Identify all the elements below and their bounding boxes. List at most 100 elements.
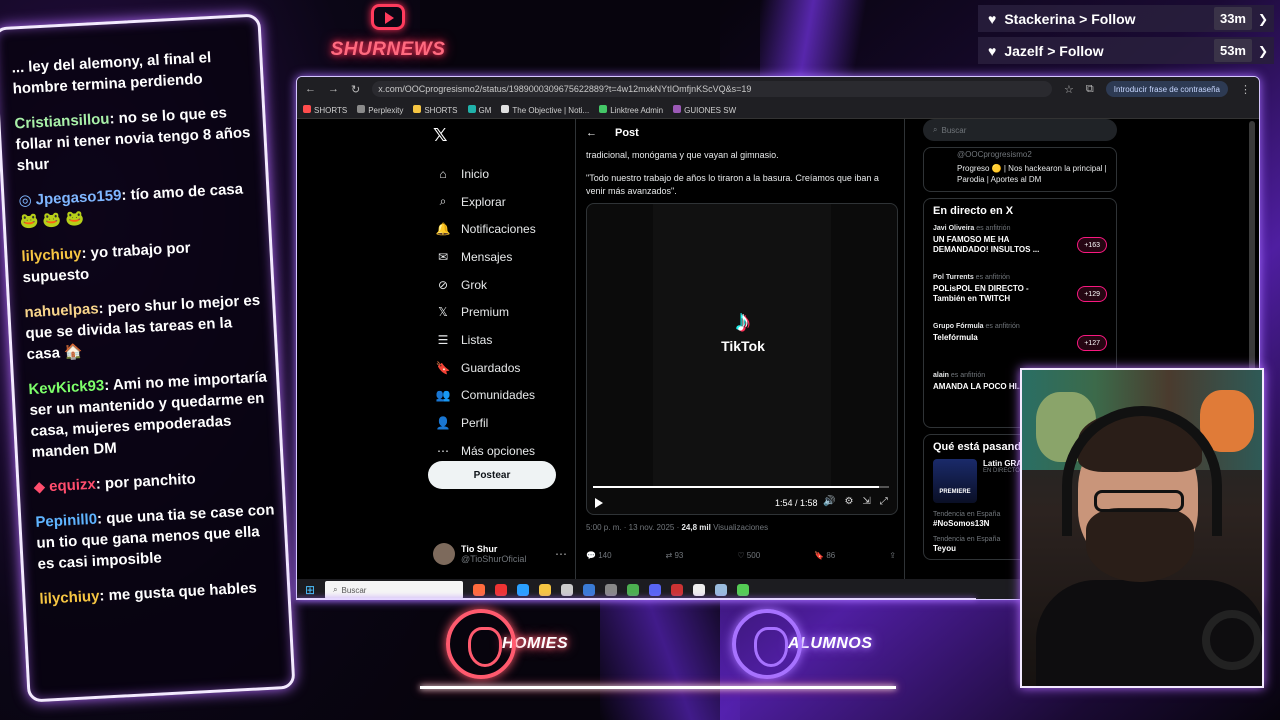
nav-label: Perfil [461, 416, 489, 431]
bookmark-item[interactable]: SHORTS [303, 104, 347, 115]
nav-icon: ☰ [437, 332, 449, 347]
microphone-icon [1202, 610, 1262, 670]
alumnos-badge: ALUMNOS [732, 606, 872, 682]
live-item[interactable]: Grupo Fórmula es anfitrión Telefórmula +12… [933, 323, 1107, 372]
chat-username[interactable]: Pepinill0 [35, 511, 97, 531]
nav-item-notificaciones[interactable]: 🔔 Notificaciones [427, 215, 577, 243]
back-arrow-icon[interactable]: ← [586, 127, 597, 139]
menu-icon[interactable]: ⋮ [1240, 83, 1251, 96]
follow-alert: ♥ Jazelf > Follow 53m ❯ [978, 37, 1274, 64]
chat-username[interactable]: lilychiuy [21, 245, 82, 265]
follower-name: Jazelf [1004, 42, 1044, 59]
chat-username[interactable]: Cristiansillou [14, 110, 110, 132]
search-input[interactable]: ⌕ Buscar [923, 119, 1117, 141]
chat-message: ◆ equizx: por panchito [33, 464, 274, 498]
skull-icon [446, 609, 516, 679]
extensions-icon[interactable]: ⧉ [1086, 83, 1094, 96]
nav-item-mensajes[interactable]: ✉ Mensajes [427, 243, 577, 271]
taskbar-search-input[interactable]: ⌕ Buscar [325, 581, 464, 599]
bookmark-item[interactable]: GM [467, 104, 491, 115]
brave-icon[interactable] [473, 584, 486, 596]
brand-logo: SHURNEWS [318, 4, 458, 62]
nav-label: Comunidades [461, 388, 536, 403]
folder-icon[interactable] [539, 584, 552, 596]
live-listener-count: +127 [1077, 335, 1107, 351]
bookmark-item[interactable]: The Objective | Noti... [501, 104, 589, 115]
chat-message: lilychiuy: me gusta que hables [39, 576, 280, 610]
like-button[interactable]: ♡ 500 [737, 551, 760, 560]
nav-label: Notificaciones [461, 222, 536, 237]
chat-username[interactable]: KevKick93 [28, 377, 105, 398]
nav-item-guardados[interactable]: 🔖 Guardados [427, 354, 577, 382]
post-date: 5:00 p. m. · 13 nov. 2025 · [586, 523, 680, 532]
neon-divider [420, 686, 896, 689]
live-host-name: Pol Turrents [933, 274, 974, 281]
nav-item-explorar[interactable]: ⌕ Explorar [427, 188, 577, 216]
bookmark-item[interactable]: SHORTS [413, 104, 458, 115]
windows-start-icon[interactable]: ⊞ [305, 583, 315, 597]
app-icon[interactable] [671, 584, 684, 596]
back-icon[interactable]: ← [305, 83, 316, 95]
nav-item-perfil[interactable]: 👤 Perfil [427, 409, 577, 437]
bookmark-item[interactable]: Perplexity [357, 104, 403, 115]
app-icon[interactable] [737, 584, 750, 596]
live-item[interactable]: Pol Turrents es anfitrión POLisPOL EN DIR… [933, 274, 1107, 323]
repost-button[interactable]: ⇄ 93 [666, 551, 684, 560]
account-switcher[interactable]: Tio Shur @TioShurOficial [433, 543, 526, 565]
bookmark-button[interactable]: 🔖 86 [814, 551, 835, 560]
nav-item-listas[interactable]: ☰ Listas [427, 326, 577, 354]
nav-item-premium[interactable]: 𝕏 Premium [427, 298, 577, 326]
reply-button[interactable]: 💬 140 [586, 551, 612, 560]
chat-message: lilychiuy: yo trabajo por supuesto [21, 234, 263, 289]
play-icon[interactable] [595, 498, 603, 508]
chrome-icon[interactable] [627, 584, 640, 596]
follow-action: > Follow [1079, 10, 1136, 27]
live-title: Telefórmula [933, 333, 978, 342]
bookmark-item[interactable]: GUIONES SW [673, 104, 736, 115]
video-player[interactable]: ♪ TikTok 1:54 / 1:58 🔊⚙⇲⤢ [586, 203, 898, 515]
password-prompt-button[interactable]: Introducir frase de contraseña [1105, 81, 1228, 97]
profile-handle: @TioShurOficial [461, 554, 527, 564]
forward-icon[interactable]: → [328, 83, 339, 95]
settings-icon[interactable] [605, 584, 618, 596]
nav-item-grok[interactable]: ⊘ Grok [427, 271, 577, 299]
chat-text: : por panchito [95, 470, 197, 493]
star-icon[interactable]: ☆ [1064, 83, 1074, 96]
store-icon[interactable] [561, 584, 574, 596]
pokeball-icon[interactable] [693, 584, 706, 596]
app-icon[interactable] [583, 584, 596, 596]
video-progress-bar[interactable] [593, 486, 889, 488]
nav-label: Premium [461, 305, 510, 320]
chat-username[interactable]: Jpegaso159 [35, 187, 122, 208]
account-card: @OOCprogresismo2 Progreso 🟡 | Nos hackea… [923, 147, 1117, 192]
nav-icon: 👤 [435, 416, 451, 431]
nav-icon: ⌕ [439, 194, 447, 209]
nav-icon: 🔔 [435, 222, 451, 237]
live-host-name: Javi Oliveira [933, 225, 975, 232]
bookmark-item[interactable]: Linktree Admin [599, 104, 663, 115]
nav-item-comunidades[interactable]: 👥 Comunidades [427, 382, 577, 410]
x-logo-icon[interactable]: 𝕏 [427, 125, 577, 146]
address-bar[interactable]: x.com/OOCprogresismo2/status/19890003096… [372, 81, 1052, 97]
share-icon[interactable]: ⇪ [889, 551, 896, 560]
chat-panel: ... ley del alemony, al final el hombre … [0, 13, 296, 703]
edge-icon[interactable] [517, 584, 530, 596]
follow-alert: ♥ Stackerina > Follow 33m ❯ [978, 5, 1274, 32]
reload-icon[interactable]: ↻ [351, 83, 360, 96]
nav-item-inicio[interactable]: ⌂ Inicio [427, 160, 577, 188]
live-item[interactable]: Javi Oliveira es anfitrión UN FAMOSO ME H… [933, 225, 1107, 274]
chat-username[interactable]: nahuelpas [24, 300, 99, 321]
post-button[interactable]: Postear [428, 461, 556, 489]
bookmark-favicon-icon [413, 104, 422, 113]
account-bio: Progreso 🟡 | Nos hackearon la principal … [957, 164, 1107, 184]
more-icon[interactable]: ⋯ [555, 547, 567, 561]
chat-username[interactable]: lilychiuy [39, 588, 100, 608]
discord-icon[interactable] [649, 584, 662, 596]
browser-toolbar: ← → ↻ x.com/OOCprogresismo2/status/19890… [297, 77, 1259, 101]
video-control-icons[interactable]: 🔊⚙⇲⤢ [823, 496, 897, 507]
app-icon[interactable] [715, 584, 728, 596]
live-host-name: alain [933, 372, 949, 379]
opera-icon[interactable] [495, 584, 508, 596]
chat-username[interactable]: equizx [49, 476, 97, 495]
bookmark-favicon-icon [673, 104, 682, 113]
